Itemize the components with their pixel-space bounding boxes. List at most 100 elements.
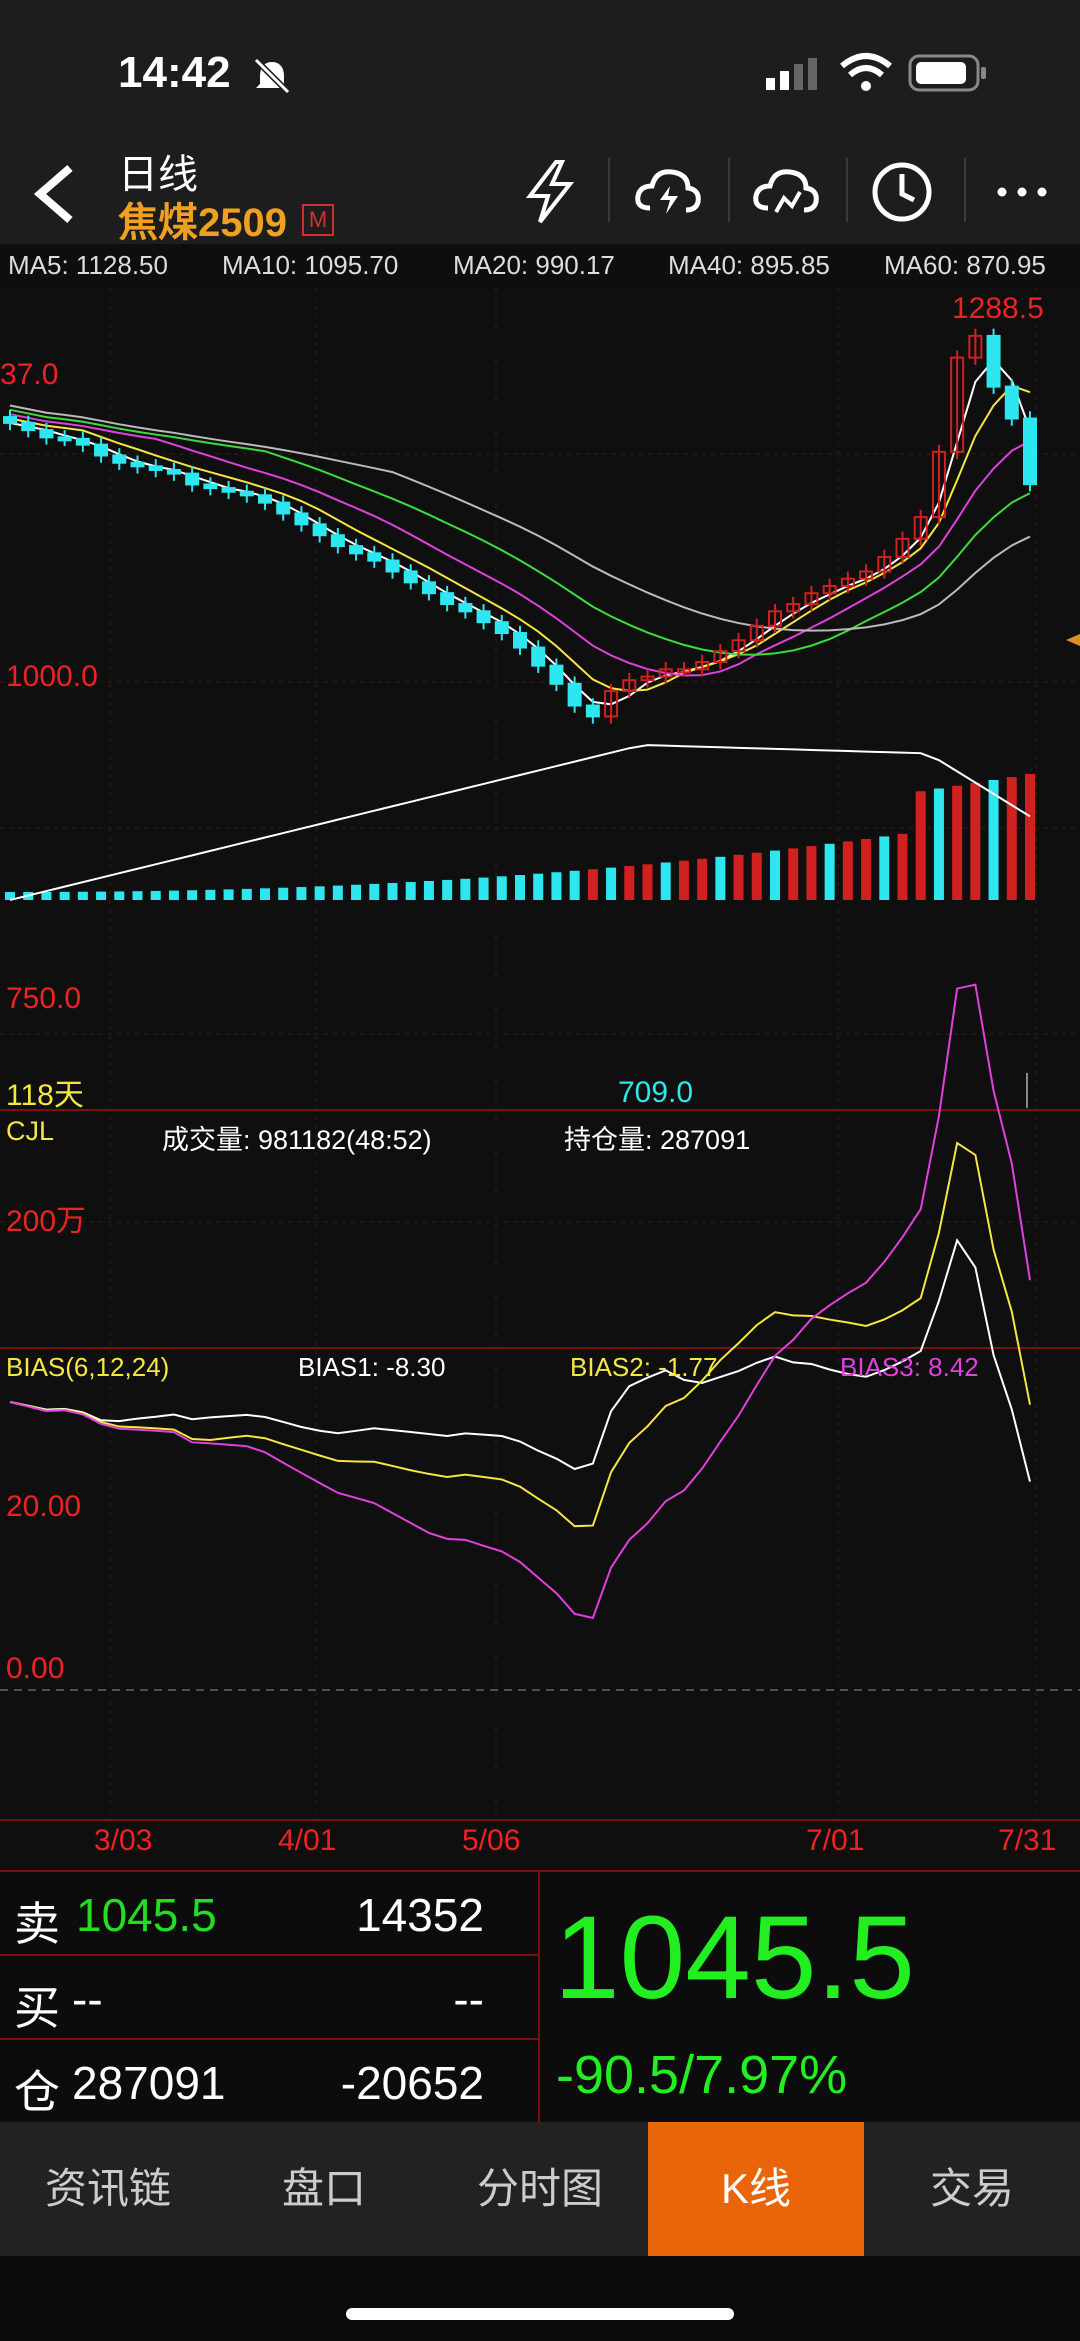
volume-bar [678,860,689,900]
volume-bar [642,864,653,900]
volume-bar [314,886,325,900]
candle [112,454,127,464]
low-price-label: 709.0 [618,1076,694,1109]
ma-line [9,404,1031,632]
volume-bar [114,891,125,900]
ma-indicator-row: MA5: 1128.50 MA10: 1095.70 MA20: 990.17 … [0,244,1080,288]
sell-price[interactable]: 1045.5 [76,1888,217,1942]
x-label-0303: 3/03 [94,1824,153,1857]
more-icon[interactable] [994,180,1050,204]
candle [39,429,54,439]
candle [57,436,72,442]
y-label-1000: 1000.0 [6,660,98,693]
candle [421,581,436,595]
candle [403,570,418,584]
days-label: 118天 [6,1079,84,1112]
volume-bar [970,782,981,900]
volume-bar [223,889,234,900]
volume-bar [460,878,471,900]
volume-bar [897,833,908,900]
tab-kline[interactable]: K线 [648,2122,864,2256]
volume-bar [278,887,289,900]
volume-bar [496,876,507,900]
cloud-flash-icon[interactable] [634,164,704,220]
volume-bar [952,785,963,900]
buy-label: 买 [14,1982,60,2034]
candle [1023,417,1037,486]
bias-pane-name: BIAS(6,12,24) [6,1352,170,1382]
tab-news-chain[interactable]: 资讯链 [0,2122,216,2256]
bias2-value: BIAS2: -1.77 [570,1352,718,1382]
ma5-value: MA5: 1128.50 [8,250,168,280]
silent-bell-icon [253,57,291,95]
high-price-label: 1288.5 [952,292,1044,325]
home-indicator [346,2308,734,2320]
candle [513,632,527,649]
candle [312,523,327,537]
volume-bar [569,870,580,900]
candle [986,334,1001,388]
chart-canvas[interactable] [0,288,1080,1868]
candle [203,483,218,490]
lightning-icon[interactable] [520,160,580,224]
buy-quantity: -- [453,1973,484,2025]
candle [367,552,382,562]
price-change: -90.5/7.97% [556,2045,848,2105]
sell-quantity: 14352 [356,1889,484,1941]
tab-order-book[interactable]: 盘口 [216,2122,432,2256]
volume-text: 成交量: 981182(48:52) [162,1125,432,1155]
candle [567,682,582,707]
volume-bar [351,884,362,900]
buy-price[interactable]: -- [72,1972,103,2026]
bias-y-label-20: 20.00 [6,1490,82,1523]
candle [385,559,400,573]
volume-bar [423,880,434,900]
x-label-0401: 4/01 [278,1824,337,1857]
volume-bar [96,891,107,900]
bottom-tab-bar: 资讯链 盘口 分时图 K线 交易 [0,2122,1080,2256]
volume-bar [606,867,617,900]
candle [585,704,600,718]
price-marker-icon [1066,634,1080,646]
volume-bar [824,843,835,900]
volume-bar [988,779,999,900]
volume-bar [587,869,598,900]
signal-icon [766,58,817,90]
tab-trade[interactable]: 交易 [864,2122,1080,2256]
candle [549,664,564,685]
volume-bar [405,882,416,900]
back-arrow-icon[interactable] [30,162,80,226]
main-contract-badge: M [302,204,334,236]
volume-bar [41,891,52,900]
kline-chart[interactable]: 1288.5 37.0 1000.0 750.0 709.0 118天 CJL … [0,288,1080,1868]
candle [349,545,364,555]
volume-y-label: 200万 [6,1205,87,1238]
candle [3,416,17,424]
wifi-icon [840,53,892,91]
open-interest-change: -20652 [340,2057,484,2109]
bias-line [9,983,1031,1620]
clock-icon[interactable] [870,160,934,224]
volume-bar [733,854,744,900]
open-interest-text: 持仓量: 287091 [564,1125,751,1155]
volume-bar [369,883,380,900]
tab-intraday[interactable]: 分时图 [432,2122,648,2256]
ma40-value: MA40: 895.85 [668,250,830,280]
volume-bar [442,879,453,900]
volume-bar [241,888,252,900]
contract-name[interactable]: 焦煤2509 [118,190,287,248]
candle [294,512,309,526]
volume-bar [660,862,671,900]
cloud-chart-icon[interactable] [752,164,822,220]
x-label-0506: 5/06 [462,1824,521,1857]
volume-bar [1025,774,1035,900]
candle [185,472,200,486]
volume-bar [260,888,270,900]
ma20-value: MA20: 990.17 [453,250,615,280]
y-label-750: 750.0 [6,982,82,1015]
open-interest-label: 仓 [14,2066,60,2118]
volume-bar [861,838,872,900]
volume-bar [132,891,143,900]
top-left-price-label: 37.0 [0,358,59,391]
volume-bar [751,852,762,900]
